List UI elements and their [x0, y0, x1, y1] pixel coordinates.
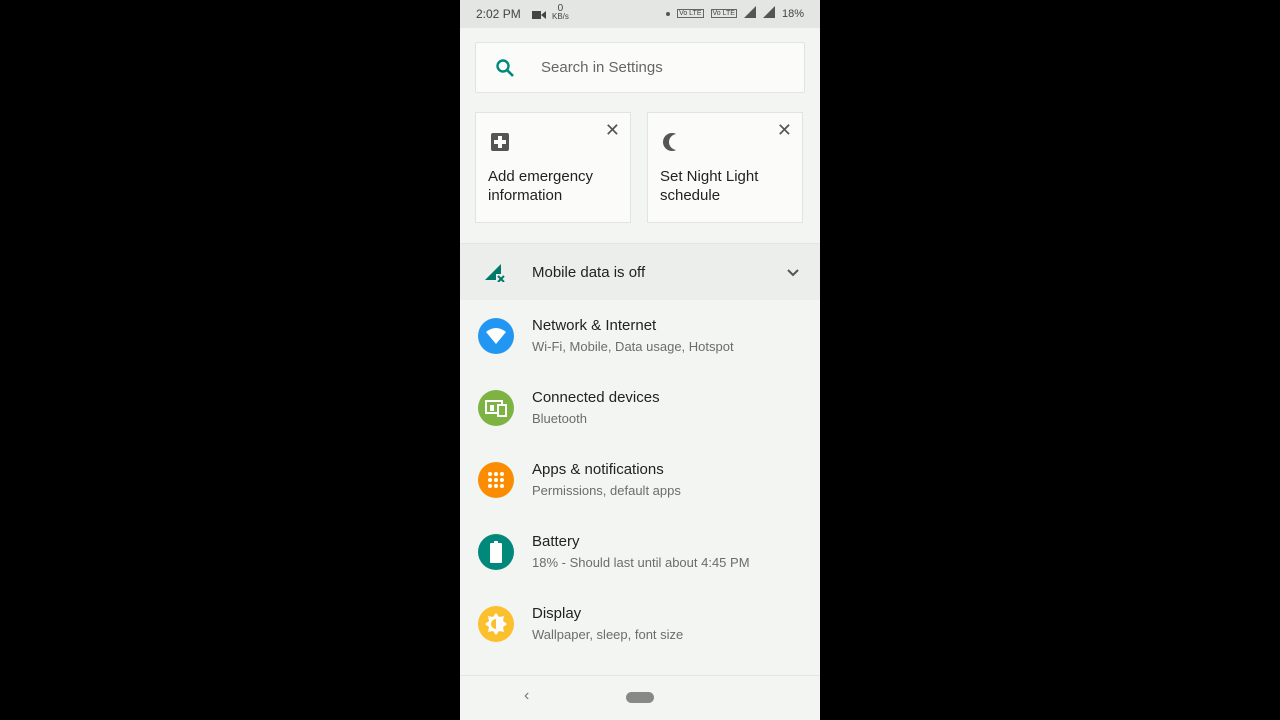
settings-item-apps[interactable]: Apps & notifications Permissions, defaul…: [460, 444, 820, 516]
devices-icon: [478, 390, 514, 426]
settings-item-title: Battery: [532, 533, 580, 550]
video-camera-icon: [532, 9, 546, 23]
settings-item-subtitle: 18% - Should last until about 4:45 PM: [532, 555, 750, 570]
status-bar: 2:02 PM 0 KB/s Vo LTE Vo LTE 18%: [460, 0, 820, 28]
network-speed: 0 KB/s: [552, 4, 569, 21]
brightness-icon: [478, 606, 514, 642]
battery-icon: [478, 534, 514, 570]
settings-item-subtitle: Wi-Fi, Mobile, Data usage, Hotspot: [532, 339, 734, 354]
settings-item-battery[interactable]: Battery 18% - Should last until about 4:…: [460, 516, 820, 588]
condition-mobile-data-off[interactable]: Mobile data is off: [460, 244, 820, 300]
suggestion-card-night-light[interactable]: ✕ Set Night Light schedule: [647, 112, 803, 223]
condition-title: Mobile data is off: [532, 264, 646, 281]
volte-icon: Vo LTE: [710, 9, 737, 18]
network-speed-unit: KB/s: [552, 12, 569, 21]
settings-item-network[interactable]: Network & Internet Wi-Fi, Mobile, Data u…: [460, 300, 820, 372]
home-pill-icon[interactable]: [626, 692, 654, 703]
medical-plus-icon: [489, 131, 511, 153]
wifi-icon: [478, 318, 514, 354]
close-icon[interactable]: ✕: [605, 121, 620, 139]
settings-item-subtitle: Wallpaper, sleep, font size: [532, 627, 684, 642]
search-icon: [495, 58, 515, 78]
back-icon[interactable]: ‹: [524, 687, 529, 705]
status-time: 2:02 PM: [476, 7, 521, 21]
search-placeholder: Search in Settings: [541, 59, 663, 76]
settings-item-display[interactable]: Display Wallpaper, sleep, font size: [460, 588, 820, 660]
battery-percent: 18%: [781, 7, 804, 20]
chevron-down-icon[interactable]: [786, 266, 800, 285]
navigation-bar: ‹: [460, 675, 820, 720]
status-right: Vo LTE Vo LTE 18%: [666, 6, 804, 21]
mobile-data-off-icon: [485, 262, 507, 287]
signal-icon: [743, 6, 756, 21]
apps-grid-icon: [478, 462, 514, 498]
settings-item-title: Connected devices: [532, 389, 660, 406]
settings-screen: 2:02 PM 0 KB/s Vo LTE Vo LTE 18% Search …: [460, 0, 820, 720]
close-icon[interactable]: ✕: [777, 121, 792, 139]
settings-item-subtitle: Permissions, default apps: [532, 483, 681, 498]
settings-item-title: Apps & notifications: [532, 461, 664, 478]
volte-icon: Vo LTE: [677, 9, 704, 18]
notification-dot-icon: [666, 11, 671, 16]
suggestion-label: Set Night Light schedule: [660, 168, 759, 204]
settings-item-title: Display: [532, 605, 582, 622]
settings-item-title: Network & Internet: [532, 317, 657, 334]
settings-item-subtitle: Bluetooth: [532, 411, 587, 426]
search-bar[interactable]: Search in Settings: [475, 42, 805, 93]
suggestion-card-emergency[interactable]: ✕ Add emergency information: [475, 112, 631, 223]
suggestion-label: Add emergency information: [488, 168, 594, 204]
signal-icon: [762, 6, 775, 21]
settings-item-connected-devices[interactable]: Connected devices Bluetooth: [460, 372, 820, 444]
moon-icon: [661, 131, 685, 153]
